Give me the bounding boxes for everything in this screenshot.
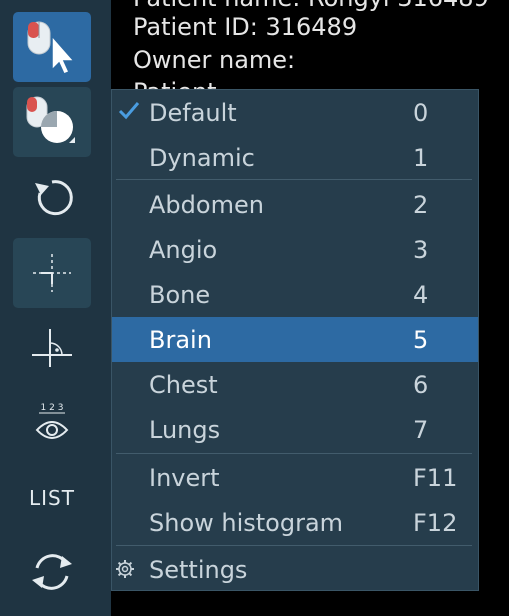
menu-separator: [116, 545, 472, 546]
owner-name-line: Owner name:: [133, 46, 296, 74]
menu-item-shortcut: 4: [413, 280, 429, 309]
menu-item-shortcut: 5: [413, 325, 429, 354]
menu-item-label: Chest: [149, 370, 218, 399]
patient-name-line: Patient name: Rongyi 316489: [133, 0, 489, 12]
list-button[interactable]: LIST: [13, 463, 91, 533]
menu-separator: [116, 453, 472, 454]
menu-item-shortcut: 3: [413, 235, 429, 264]
menu-item-shortcut: 2: [413, 190, 429, 219]
checkmark-icon: [118, 102, 140, 120]
menu-item-label: Dynamic: [149, 143, 255, 172]
menu-item-lungs[interactable]: Lungs 7: [112, 407, 478, 452]
menu-item-dynamic[interactable]: Dynamic 1: [112, 135, 478, 180]
list-label: LIST: [29, 486, 75, 510]
mouse-pointer-icon: [27, 21, 76, 75]
menu-item-label: Lungs: [149, 415, 221, 444]
menu-item-shortcut: F11: [413, 463, 458, 492]
menu-item-label: Abdomen: [149, 190, 264, 219]
menu-item-label: Invert: [149, 463, 220, 492]
window-level-tool-button[interactable]: [13, 87, 91, 157]
angle-tool-button[interactable]: [13, 312, 91, 382]
crosshair-icon: [33, 254, 71, 292]
left-toolbar: 1 2 3 LIST: [0, 0, 111, 616]
menu-item-label: Default: [149, 98, 237, 127]
menu-item-show-histogram[interactable]: Show histogram F12: [112, 500, 478, 545]
menu-item-settings[interactable]: Settings: [112, 547, 478, 592]
menu-item-invert[interactable]: Invert F11: [112, 455, 478, 500]
pointer-tool-button[interactable]: [13, 12, 91, 82]
gear-icon: [116, 560, 134, 578]
svg-text:1 2 3: 1 2 3: [41, 403, 64, 413]
menu-item-label: Angio: [149, 235, 218, 264]
reset-button[interactable]: [13, 163, 91, 233]
menu-separator: [116, 179, 472, 180]
menu-item-brain[interactable]: Brain 5: [112, 317, 478, 362]
eye-sequence-icon: 1 2 3: [35, 403, 69, 439]
sync-button[interactable]: [13, 537, 91, 607]
menu-item-label: Settings: [149, 555, 248, 584]
series-view-button[interactable]: 1 2 3: [13, 388, 91, 458]
window-preset-menu: Default 0 Dynamic 1 Abdomen 2 Angio 3 Bo…: [111, 89, 479, 591]
menu-item-bone[interactable]: Bone 4: [112, 272, 478, 317]
menu-item-shortcut: 7: [413, 415, 429, 444]
rotate-reset-icon: [35, 180, 73, 216]
menu-item-default[interactable]: Default 0: [112, 90, 478, 135]
sync-icon: [32, 554, 72, 590]
menu-item-shortcut: F12: [413, 508, 458, 537]
angle-measure-icon: [32, 329, 72, 367]
menu-item-label: Brain: [149, 325, 212, 354]
crosshair-tool-button[interactable]: [13, 238, 91, 308]
menu-item-shortcut: 0: [413, 98, 429, 127]
menu-item-shortcut: 6: [413, 370, 429, 399]
menu-item-label: Bone: [149, 280, 211, 309]
menu-item-chest[interactable]: Chest 6: [112, 362, 478, 407]
menu-item-abdomen[interactable]: Abdomen 2: [112, 182, 478, 227]
menu-item-shortcut: 1: [413, 143, 429, 172]
menu-item-angio[interactable]: Angio 3: [112, 227, 478, 272]
menu-item-label: Show histogram: [149, 508, 344, 537]
patient-id-line: Patient ID: 316489: [133, 13, 358, 41]
window-level-icon: [26, 96, 75, 143]
